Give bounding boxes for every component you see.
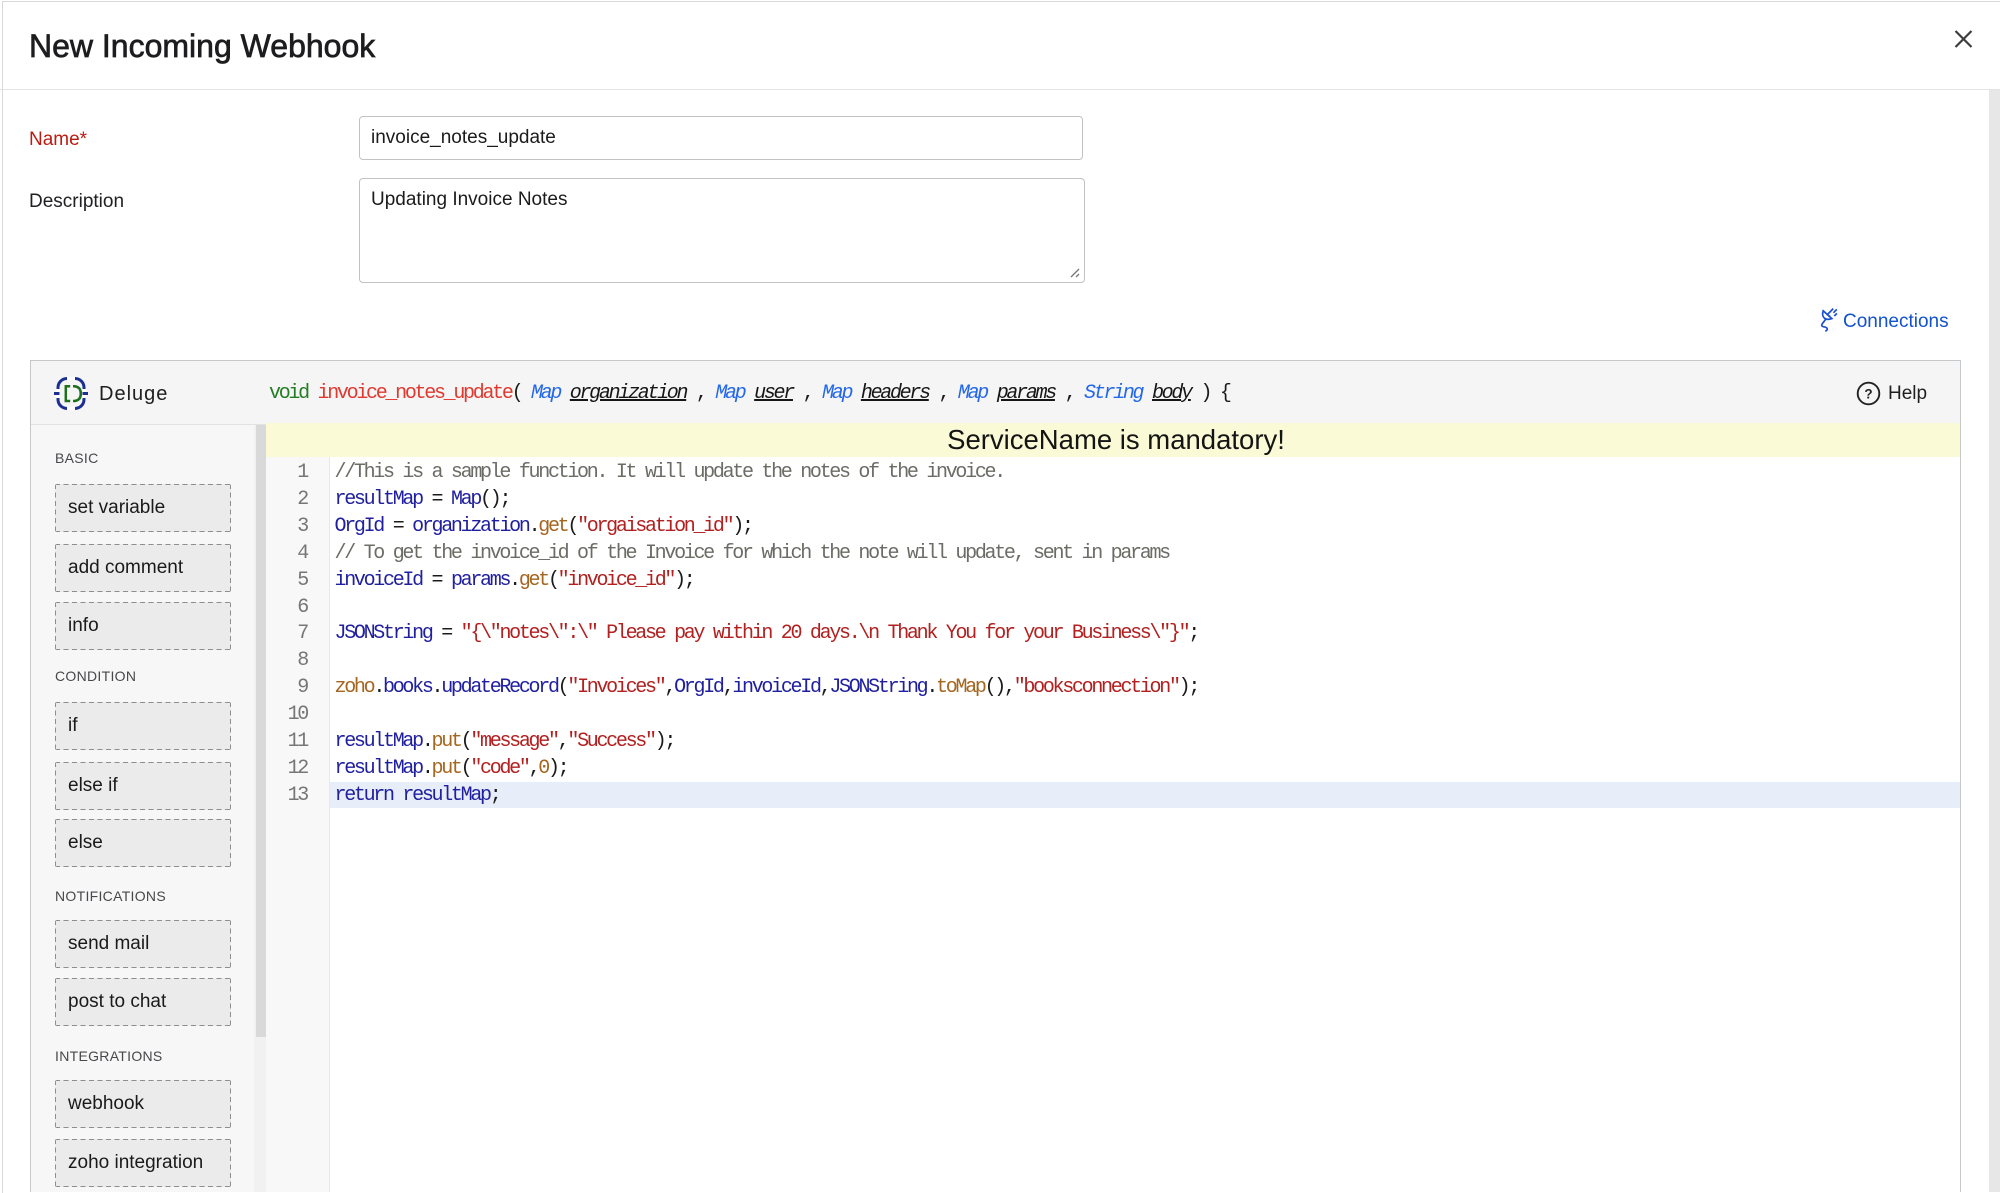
svg-text:?: ? — [1864, 386, 1872, 401]
